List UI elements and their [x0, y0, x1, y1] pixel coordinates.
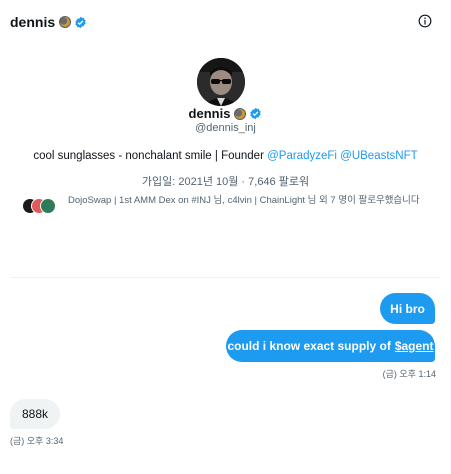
received-message-bubble[interactable]: 888k	[10, 399, 60, 429]
cashtag-link[interactable]: $agent	[395, 339, 434, 353]
info-icon[interactable]	[418, 14, 432, 28]
follower-avatars	[22, 198, 58, 214]
sent-message-bubble[interactable]: Hi bro	[380, 293, 435, 324]
profile-bio: cool sunglasses - nonchalant smile | Fou…	[0, 150, 451, 162]
bio-link-ubeastsnft[interactable]: @UBeastsNFT	[340, 150, 418, 162]
bio-text: cool sunglasses - nonchalant smile | Fou…	[33, 150, 264, 162]
moon-badge-icon	[234, 107, 247, 120]
header-name[interactable]: dennis	[10, 14, 87, 30]
sent-timestamp: (금) 오후 1:14	[382, 369, 436, 379]
message-text: could i know exact supply of	[227, 339, 391, 353]
profile-display-name[interactable]: dennis	[0, 106, 451, 121]
profile-display-name-text: dennis	[188, 106, 231, 121]
joined-and-followers: 가입일: 2021년 10월 · 7,646 팔로워	[141, 176, 310, 188]
conversation-header: dennis	[0, 0, 451, 44]
received-timestamp: (금) 오후 3:34	[10, 436, 64, 446]
message-text: 888k	[21, 407, 49, 421]
profile-handle: @dennis_inj	[195, 122, 256, 134]
message-text: Hi bro	[390, 301, 425, 316]
header-name-text: dennis	[10, 14, 56, 30]
bio-link-paradyzefi[interactable]: @ParadyzeFi	[267, 150, 337, 162]
sent-message-bubble[interactable]: could i know exact supply of $agent	[226, 330, 435, 362]
moon-badge-icon	[59, 16, 72, 28]
profile-avatar[interactable]	[197, 58, 245, 106]
verified-badge-icon	[250, 107, 262, 120]
followers-you-know-text: DojoSwap | 1st AMM Dex on #INJ 님, c4lvin…	[68, 195, 420, 206]
verified-badge-icon	[75, 16, 86, 28]
avatar-image	[197, 58, 245, 106]
follower-avatar	[40, 198, 56, 214]
followers-you-know[interactable]: DojoSwap | 1st AMM Dex on #INJ 님, c4lvin…	[22, 195, 442, 223]
divider	[10, 277, 440, 278]
